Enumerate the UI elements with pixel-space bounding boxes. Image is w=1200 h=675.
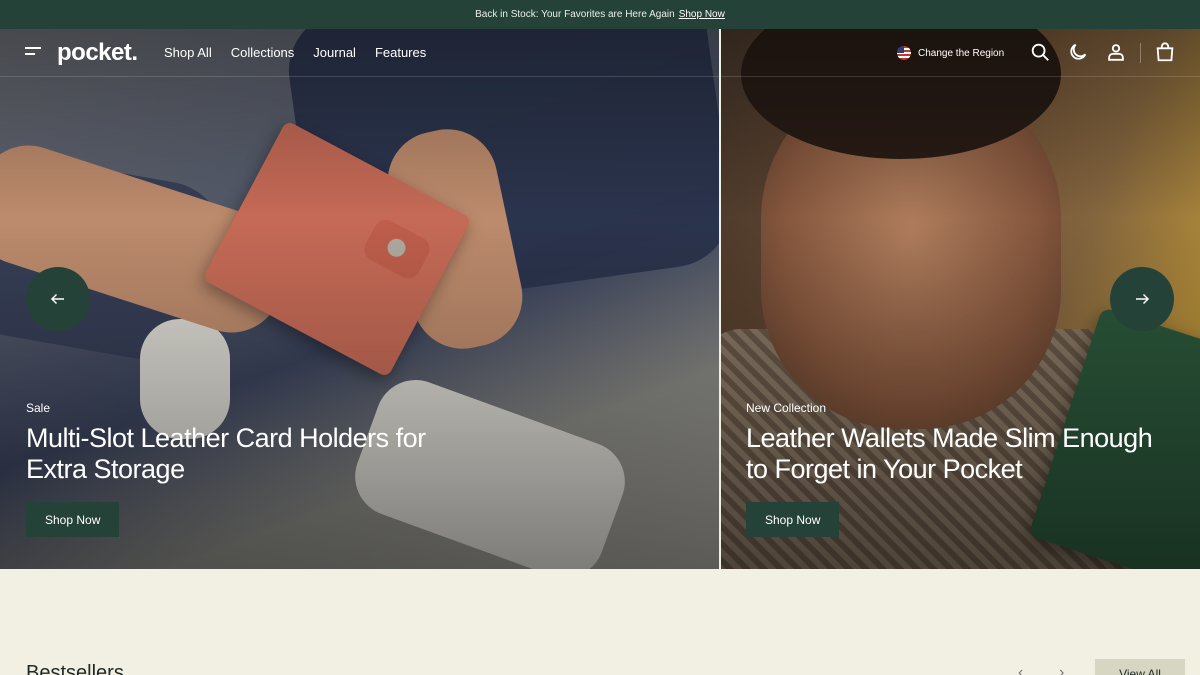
hero-carousel — [0, 29, 1200, 569]
slide-1-content: Sale Multi-Slot Leather Card Holders for… — [26, 401, 456, 485]
bestsellers-heading: Bestsellers — [26, 662, 124, 675]
header-separator — [1140, 43, 1141, 63]
view-all-button[interactable]: View All — [1095, 659, 1185, 675]
region-label: Change the Region — [918, 47, 1005, 59]
us-flag-icon — [897, 46, 911, 60]
slide-2-shop-now-button[interactable]: Shop Now — [746, 502, 840, 537]
slide-2-title: Leather Wallets Made Slim Enough to Forg… — [746, 423, 1153, 484]
slide-1-title: Multi-Slot Leather Card Holders for Extr… — [26, 423, 426, 484]
site-header: pocket. Shop All Collections Journal Fea… — [0, 29, 1200, 77]
slide-1-tag: Sale — [26, 401, 51, 415]
slide-1-shop-now-button[interactable]: Shop Now — [26, 502, 120, 537]
nav-shop-all[interactable]: Shop All — [164, 45, 212, 60]
nav-collections[interactable]: Collections — [231, 45, 295, 60]
announcement-bar: Back in Stock: Your Favorites are Here A… — [0, 0, 1200, 29]
chevron-right-icon[interactable]: › — [1059, 664, 1064, 675]
account-icon[interactable] — [1105, 41, 1127, 63]
announcement-shop-now-link[interactable]: Shop Now — [679, 9, 725, 20]
image-shade — [0, 29, 719, 569]
chevron-left-icon[interactable]: ‹ — [1018, 664, 1023, 675]
arrow-left-icon — [50, 293, 64, 305]
carousel-next-button[interactable] — [1110, 267, 1174, 331]
logo[interactable]: pocket. — [57, 39, 138, 67]
cart-icon[interactable] — [1154, 41, 1176, 63]
main-nav: Shop All Collections Journal Features — [164, 45, 426, 60]
slide-2-content: New Collection Leather Wallets Made Slim… — [746, 401, 1166, 485]
search-icon[interactable] — [1029, 41, 1051, 63]
nav-journal[interactable]: Journal — [313, 45, 356, 60]
carousel-prev-button[interactable] — [26, 267, 90, 331]
slide-2-tag: New Collection — [746, 401, 827, 415]
change-region-button[interactable]: Change the Region — [897, 46, 1004, 60]
nav-features[interactable]: Features — [375, 45, 426, 60]
hero-slide-image-left — [0, 29, 719, 569]
announcement-text: Back in Stock: Your Favorites are Here A… — [475, 9, 675, 20]
hamburger-menu-icon[interactable] — [25, 47, 41, 59]
arrow-right-icon — [1136, 293, 1150, 305]
dark-mode-icon[interactable] — [1067, 41, 1089, 63]
